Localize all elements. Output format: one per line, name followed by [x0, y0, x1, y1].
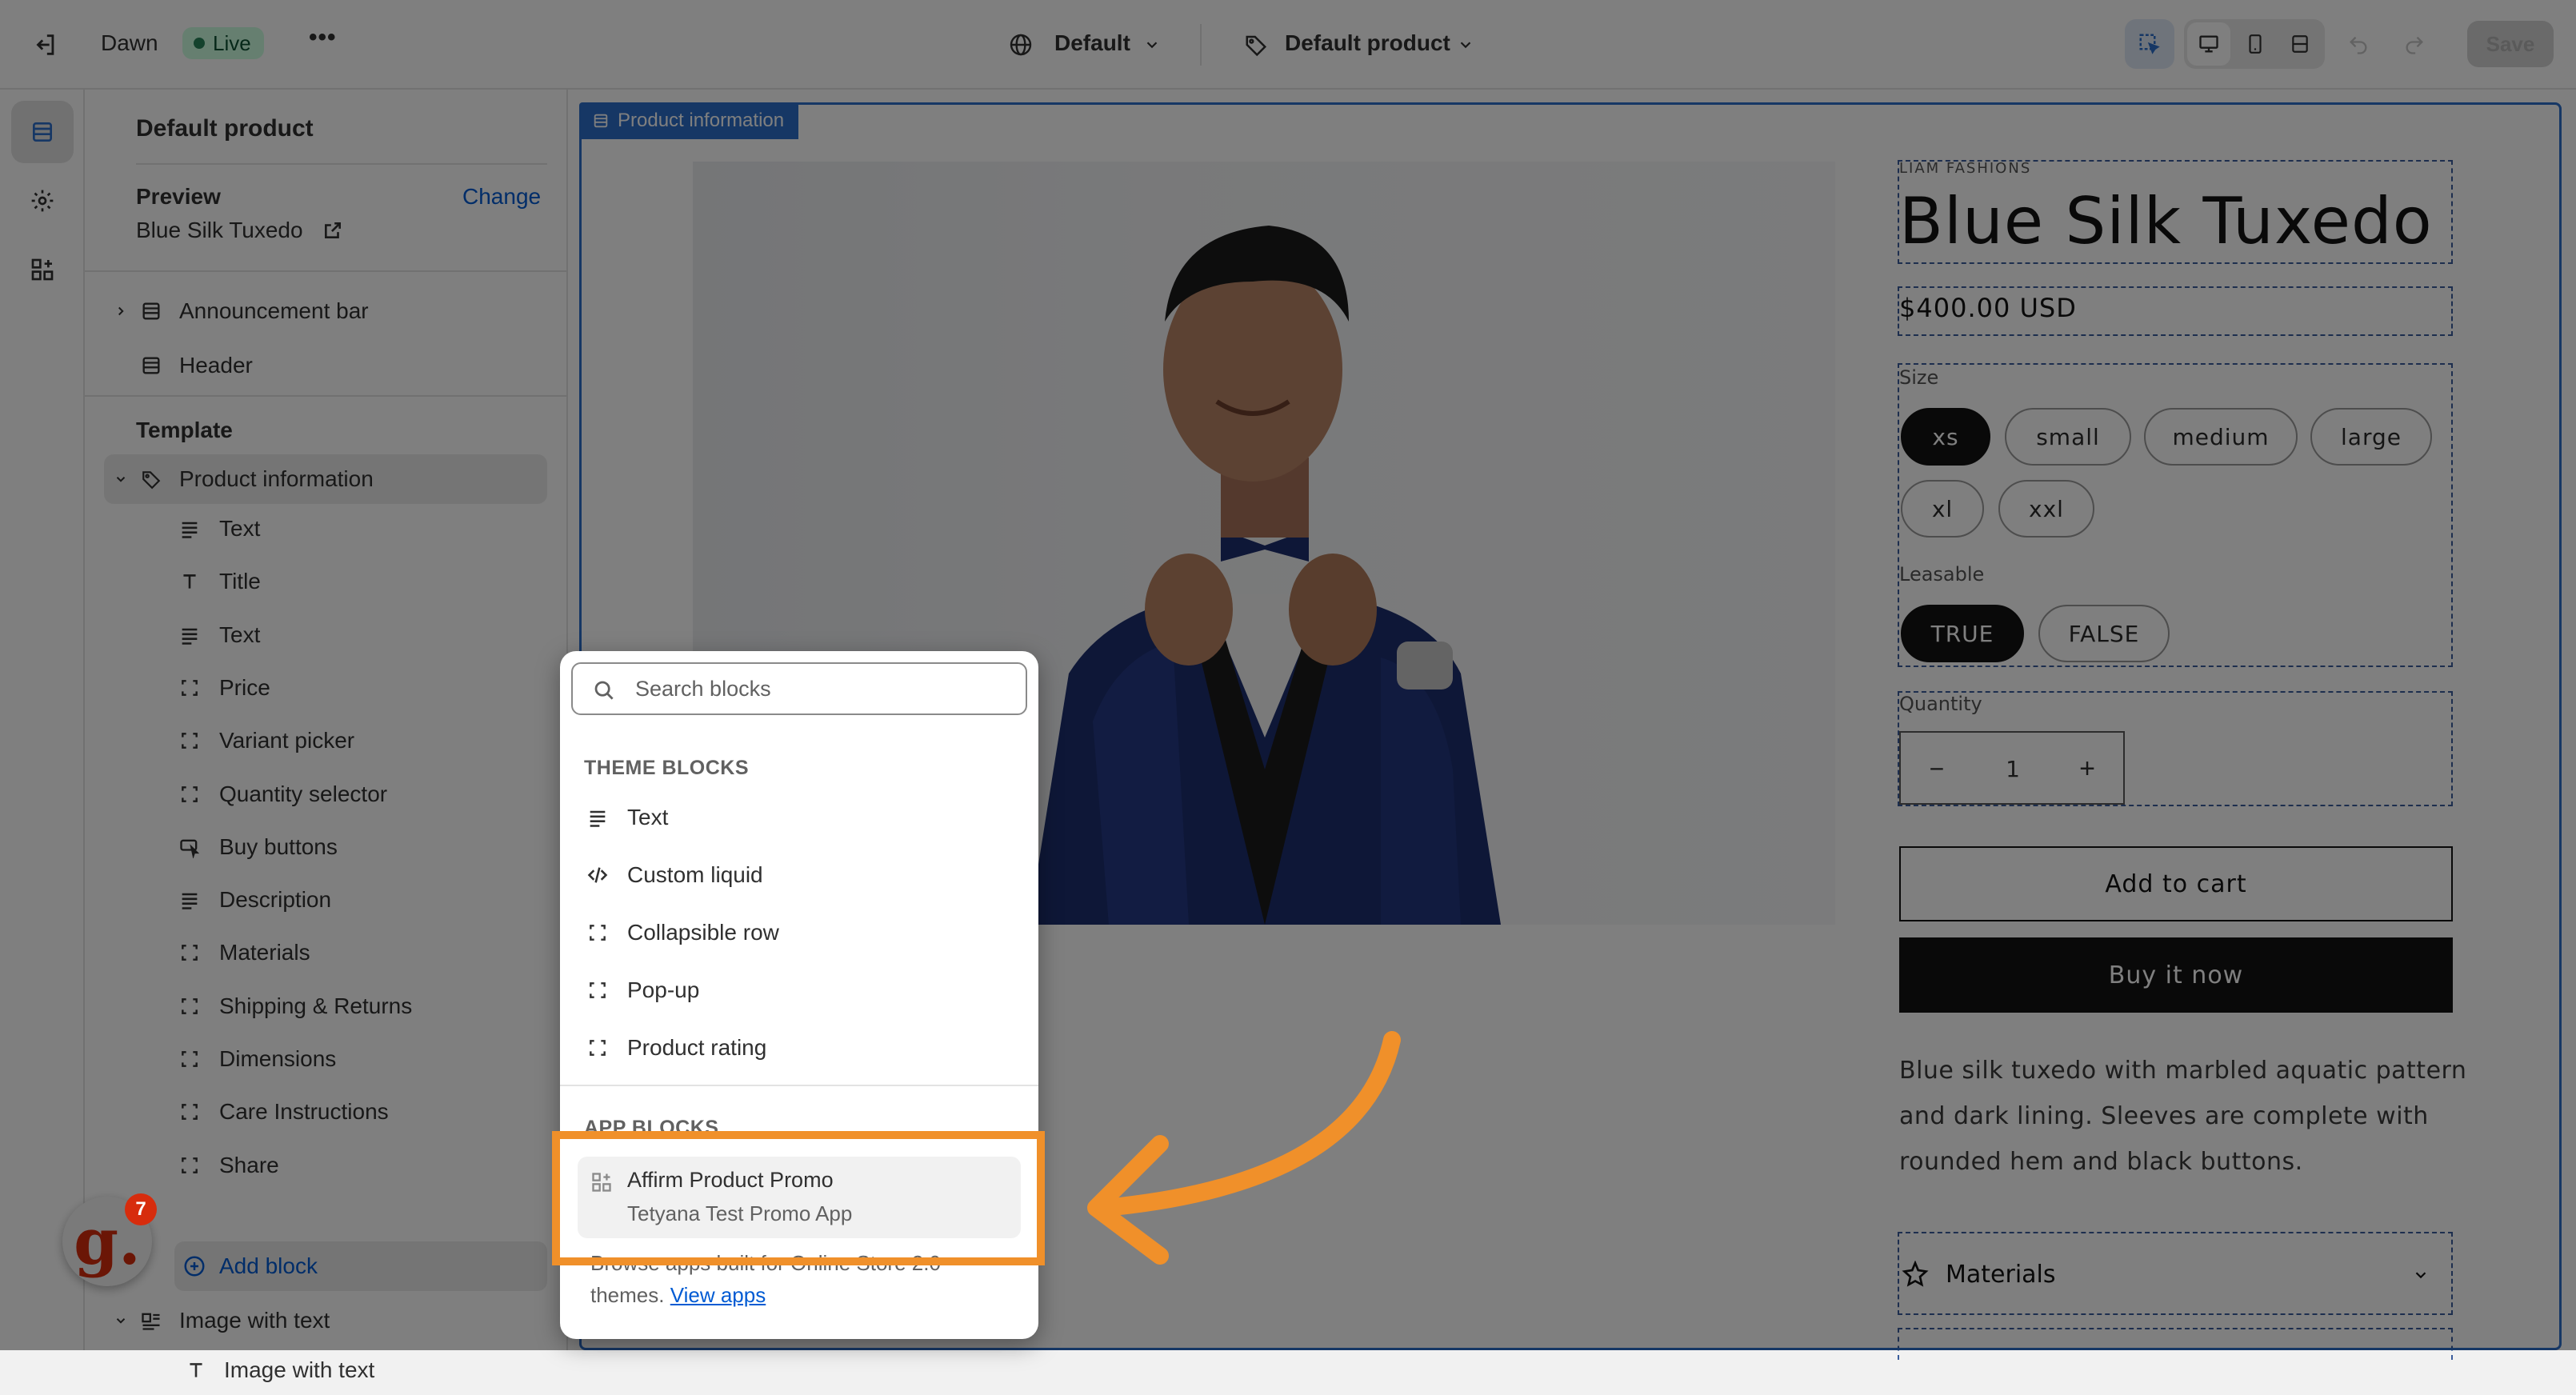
pointer-arrow-icon [1087, 1031, 1401, 1265]
theme-block-item[interactable]: Collapsible row [584, 909, 779, 957]
theme-block-item[interactable]: Text [584, 793, 668, 841]
theme-block-label: Pop-up [627, 977, 700, 1002]
browse-apps-text-end: themes. View apps [590, 1283, 766, 1308]
sidebar-item-image-with-text-child[interactable]: Image with text [85, 1345, 566, 1395]
search-input[interactable]: Search blocks [571, 662, 1027, 715]
code-icon [584, 861, 611, 889]
notification-badge: 7 [125, 1193, 157, 1225]
theme-block-label: Custom liquid [627, 862, 763, 887]
theme-block-label: Text [627, 805, 669, 829]
theme-blocks-heading: THEME BLOCKS [584, 757, 749, 779]
theme-block-item[interactable]: Product rating [584, 1024, 766, 1072]
block-icon [584, 1034, 611, 1061]
divider [560, 1085, 1038, 1086]
text-lines-icon [584, 804, 611, 831]
browse-apps-text-2: themes. [590, 1283, 665, 1307]
block-icon [584, 977, 611, 1004]
block-icon [584, 919, 611, 946]
theme-block-item[interactable]: Pop-up [584, 966, 699, 1014]
theme-block-item[interactable]: Custom liquid [584, 851, 763, 899]
theme-block-label: Collapsible row [627, 920, 779, 945]
search-icon [594, 681, 614, 700]
sidebar-item-label: Image with text [224, 1357, 375, 1382]
theme-block-label: Product rating [627, 1035, 767, 1060]
search-placeholder: Search blocks [635, 677, 771, 701]
view-apps-link[interactable]: View apps [670, 1283, 766, 1307]
title-t-icon [184, 1358, 208, 1382]
highlight-box [552, 1131, 1045, 1265]
